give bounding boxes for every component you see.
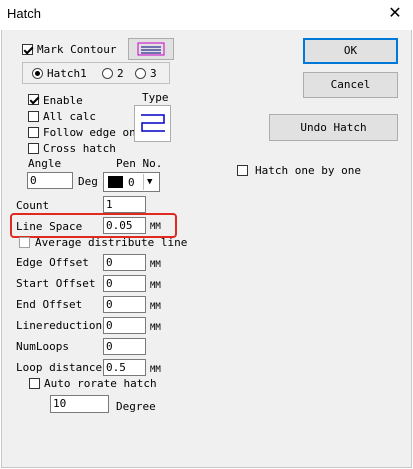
contour-parameter-button[interactable] <box>128 38 174 60</box>
start-offset-field[interactable]: 0 <box>103 275 146 292</box>
follow-edge-checkbox[interactable] <box>28 127 39 138</box>
degree-unit: Degree <box>116 400 156 413</box>
pen-select[interactable]: 0 ▼ <box>103 172 160 192</box>
enable-label: Enable <box>43 94 83 107</box>
zigzag-hatch-icon <box>140 114 165 132</box>
enable-checkbox[interactable] <box>28 94 39 105</box>
degree-field[interactable]: 10 <box>50 395 109 413</box>
edge-offset-unit: MM <box>150 260 161 270</box>
angle-field[interactable]: 0 <box>27 172 73 189</box>
average-distribute-label: Average distribute line <box>35 236 188 249</box>
auto-rotate-label: Auto rorate hatch <box>44 377 157 390</box>
loop-distance-field[interactable]: 0.5 <box>103 359 146 376</box>
follow-edge-label: Follow edge on <box>43 126 136 139</box>
chevron-down-icon: ▼ <box>147 177 153 187</box>
numloops-field[interactable]: 0 <box>103 338 146 355</box>
end-offset-label: End Offset <box>16 298 83 311</box>
linereduction-field[interactable]: 0 <box>103 317 146 334</box>
all-calc-checkbox[interactable] <box>28 111 39 122</box>
pen-value: 0 <box>128 176 135 189</box>
hatch-select-group <box>22 62 170 84</box>
angle-label: Angle <box>28 157 62 170</box>
start-offset-label: Start Offset <box>16 277 96 290</box>
start-offset-unit: MM <box>150 281 161 291</box>
angle-unit: Deg <box>78 175 98 188</box>
loop-distance-label: Loop distance <box>16 361 103 374</box>
pen-dropdown-button[interactable]: ▼ <box>143 174 158 190</box>
auto-rotate-checkbox[interactable] <box>29 378 40 389</box>
hatch3-radio[interactable] <box>135 68 146 79</box>
count-field[interactable]: 1 <box>103 196 146 213</box>
all-calc-label: All calc <box>43 110 96 123</box>
numloops-label: NumLoops <box>16 340 69 353</box>
hatch3-label: 3 <box>150 67 157 80</box>
pen-color-swatch <box>108 176 123 188</box>
average-distribute-checkbox[interactable] <box>19 237 30 248</box>
window-title: Hatch <box>7 6 41 21</box>
line-space-highlight-box <box>10 213 177 238</box>
hatch2-label: 2 <box>117 67 124 80</box>
cancel-button[interactable]: Cancel <box>303 72 398 98</box>
hatch2-radio[interactable] <box>102 68 113 79</box>
linereduction-unit: MM <box>150 323 161 333</box>
cross-hatch-checkbox[interactable] <box>28 143 39 154</box>
cross-hatch-label: Cross hatch <box>43 142 116 155</box>
type-label: Type <box>142 91 169 104</box>
hatch-type-button[interactable] <box>134 105 171 142</box>
mark-contour-label: Mark Contour <box>37 43 117 56</box>
end-offset-field[interactable]: 0 <box>103 296 146 313</box>
contour-lines-icon <box>137 42 165 56</box>
hatch-one-by-one-label: Hatch one by one <box>255 164 361 177</box>
hatch1-label: Hatch1 <box>47 67 87 80</box>
edge-offset-field[interactable]: 0 <box>103 254 146 271</box>
loop-distance-unit: MM <box>150 365 161 375</box>
hatch1-radio[interactable] <box>32 68 43 79</box>
edge-offset-label: Edge Offset <box>16 256 89 269</box>
ok-button[interactable]: OK <box>303 38 398 64</box>
count-label: Count <box>16 199 50 212</box>
pen-label: Pen No. <box>116 157 163 170</box>
linereduction-label: Linereduction <box>16 319 103 332</box>
mark-contour-checkbox[interactable] <box>22 44 33 55</box>
end-offset-unit: MM <box>150 302 161 312</box>
close-icon[interactable]: ✕ <box>384 3 406 25</box>
hatch-one-by-one-checkbox[interactable] <box>237 165 248 176</box>
undo-hatch-button[interactable]: Undo Hatch <box>269 114 398 141</box>
title-bar: Hatch ✕ <box>0 0 413 30</box>
